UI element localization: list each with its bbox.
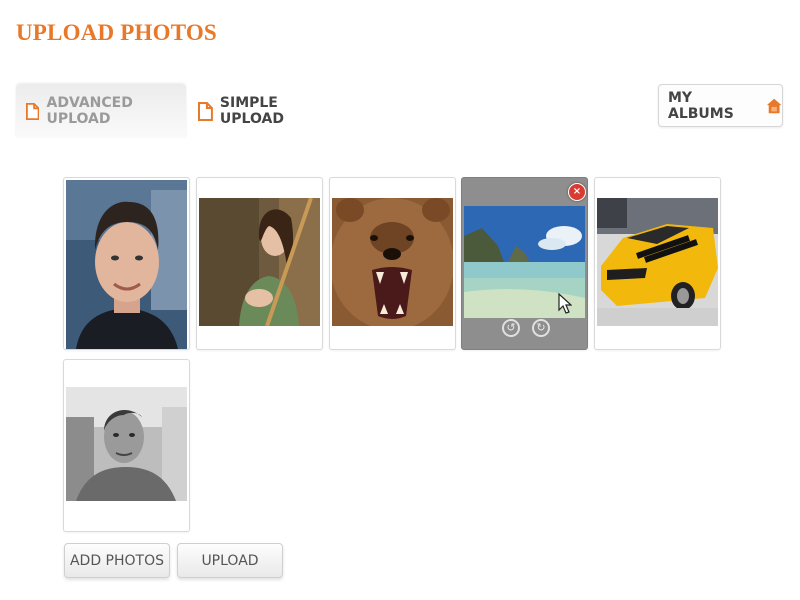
my-albums-button[interactable]: MY ALBUMS [658, 84, 783, 127]
rotate-right-button[interactable]: ↻ [532, 319, 550, 337]
photo-image [332, 198, 453, 326]
tab-simple-upload[interactable]: SIMPLE UPLOAD [196, 84, 346, 138]
document-icon [26, 102, 40, 120]
home-icon [766, 98, 782, 113]
rotate-left-button[interactable]: ↺ [502, 319, 520, 337]
photo-image [597, 198, 718, 326]
tab-advanced-upload[interactable]: ADVANCED UPLOAD [16, 84, 186, 138]
photo-image [199, 198, 320, 326]
my-albums-label: MY ALBUMS [668, 89, 734, 122]
tab-advanced-upload-label: ADVANCED UPLOAD [46, 95, 133, 127]
page-title: UPLOAD PHOTOS [16, 20, 217, 45]
photo-thumbnail[interactable] [63, 359, 190, 532]
add-photos-button[interactable]: ADD PHOTOS [64, 543, 170, 578]
tab-simple-upload-label: SIMPLE UPLOAD [219, 95, 284, 127]
photo-thumbnail-selected[interactable]: × ↺ ↻ [461, 177, 588, 350]
photo-thumbnail[interactable] [329, 177, 456, 350]
photo-thumbnail[interactable] [196, 177, 323, 350]
mouse-cursor-icon [558, 293, 572, 314]
upload-button[interactable]: UPLOAD [177, 543, 283, 578]
photo-image [66, 180, 187, 349]
photo-image [66, 387, 187, 501]
photo-thumbnail[interactable] [594, 177, 721, 350]
remove-photo-button[interactable]: × [568, 183, 586, 201]
photo-thumbnail[interactable] [63, 177, 190, 350]
document-icon [198, 101, 213, 121]
